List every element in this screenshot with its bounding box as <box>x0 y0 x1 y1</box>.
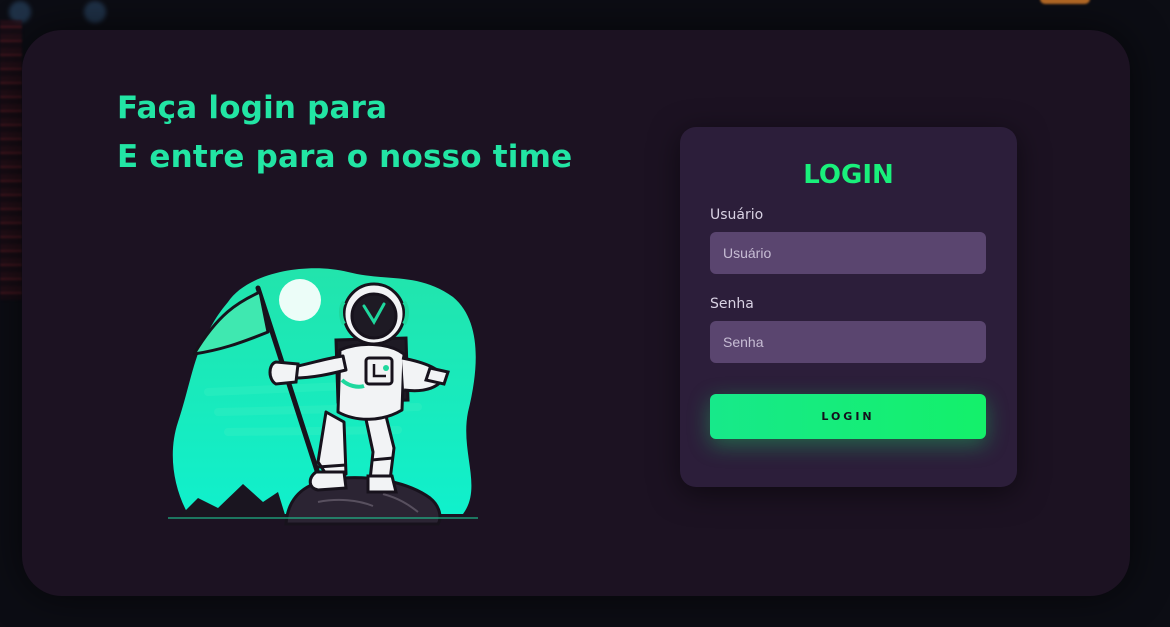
hero-line-1: Faça login para <box>117 90 388 126</box>
background-blur-accent <box>1040 0 1090 4</box>
astronaut-with-flag-icon <box>168 268 478 526</box>
login-button[interactable]: LOGIN <box>710 394 986 439</box>
hero-line-2: E entre para o nosso time <box>117 139 573 175</box>
password-input[interactable] <box>710 321 986 363</box>
login-title: LOGIN <box>803 160 894 190</box>
background-blur-strip <box>0 20 22 300</box>
username-input[interactable] <box>710 232 986 274</box>
username-label: Usuário <box>710 207 764 223</box>
background-blur-dots <box>0 0 160 26</box>
login-card: LOGIN Usuário Senha LOGIN <box>680 127 1017 487</box>
hero-headline: Faça login para E entre para o nosso tim… <box>117 84 572 182</box>
password-label: Senha <box>710 296 754 312</box>
